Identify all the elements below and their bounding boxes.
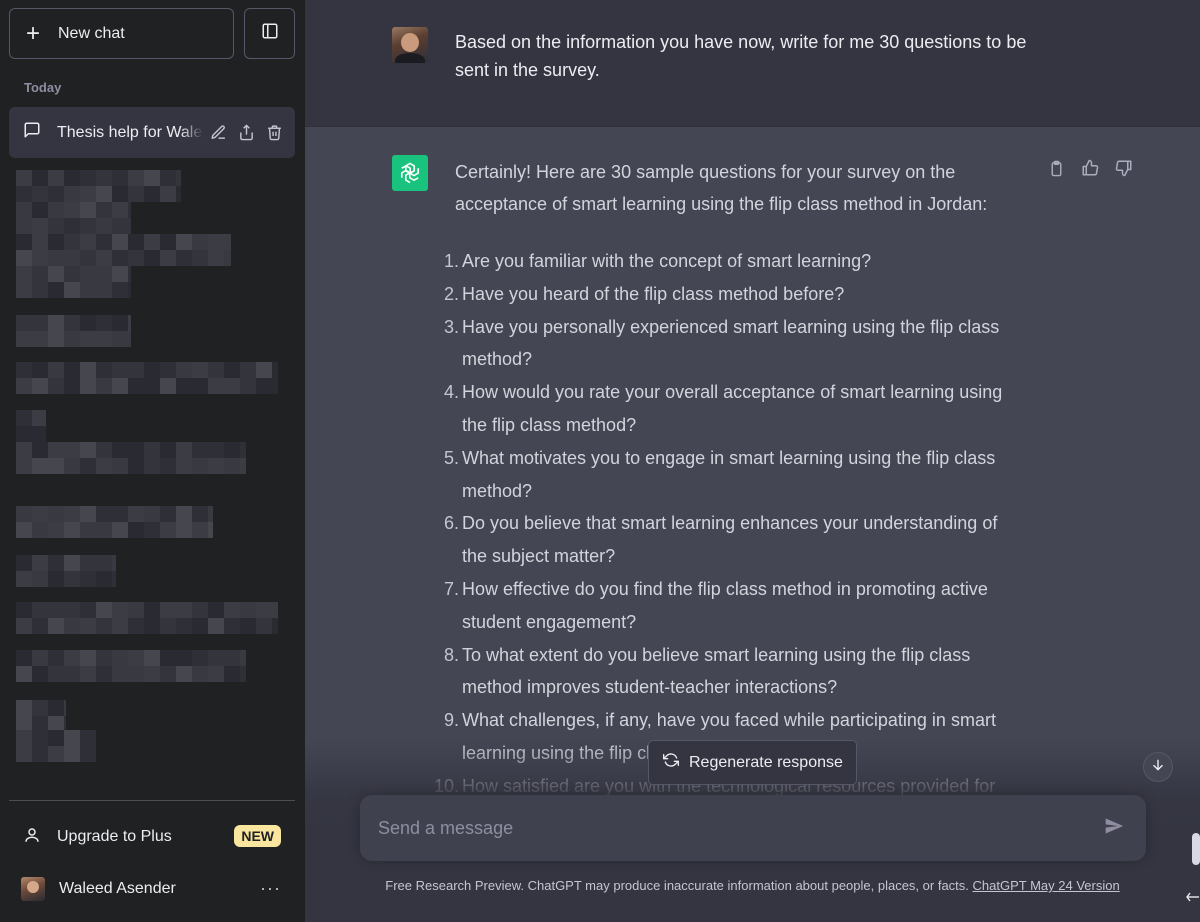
list-item-text: To what extent do you believe smart lear…: [462, 644, 971, 698]
list-item-text: Do you believe that smart learning enhan…: [462, 513, 998, 567]
user-avatar: [392, 27, 428, 63]
arrow-down-icon: [1151, 758, 1165, 777]
regenerate-response-button[interactable]: Regenerate response: [648, 740, 857, 785]
user-account-button[interactable]: Waleed Asender ···: [9, 864, 295, 914]
disclaimer-text: Free Research Preview. ChatGPT may produ…: [385, 878, 969, 893]
pencil-icon[interactable]: [207, 122, 229, 144]
sidebar-item-label: Thesis help for Waleed: [57, 123, 203, 141]
list-item: 4. How would you rate your overall accept…: [429, 376, 1049, 442]
toggle-sidebar-button[interactable]: [244, 8, 295, 59]
message-input[interactable]: [378, 813, 1078, 843]
user-message: Based on the information you have now, w…: [305, 0, 1200, 127]
message-tools: [1045, 157, 1135, 179]
sidebar: + New chat Today Thesis help for Waleed: [0, 0, 305, 922]
plus-icon: +: [26, 19, 41, 47]
list-item: 1. Are you familiar with the concept of s…: [429, 245, 1049, 278]
avatar: [21, 877, 45, 901]
question-list: 1. Are you familiar with the concept of s…: [429, 245, 1049, 803]
chat-bubble-icon: [23, 121, 41, 144]
list-item-text: How would you rate your overall acceptan…: [462, 382, 1003, 435]
list-item: 3. Have you personally experienced smart …: [429, 311, 1049, 377]
thumbs-up-icon[interactable]: [1079, 157, 1101, 179]
list-item-number: 8.: [443, 644, 459, 665]
user-message-text: Based on the information you have now, w…: [455, 32, 1027, 80]
list-item-text: How effective do you find the flip class…: [462, 578, 988, 632]
new-chat-button[interactable]: + New chat: [9, 8, 234, 59]
send-icon: [1104, 816, 1124, 841]
thumbs-down-icon[interactable]: [1113, 157, 1135, 179]
share-icon[interactable]: [235, 122, 257, 144]
new-chat-label: New chat: [58, 24, 125, 42]
resize-cursor-icon: [1186, 889, 1200, 905]
send-button[interactable]: [1102, 816, 1126, 840]
message-composer: [360, 795, 1146, 861]
more-options-icon[interactable]: ···: [260, 878, 281, 899]
chat-actions: [207, 122, 285, 144]
list-item-number: 2.: [443, 283, 459, 304]
footer-disclaimer: Free Research Preview. ChatGPT may produ…: [305, 878, 1200, 893]
list-item-number: 7.: [443, 578, 459, 599]
refresh-icon: [663, 752, 679, 773]
list-item-text: Have you personally experienced smart le…: [462, 316, 1000, 370]
list-item-text: Are you familiar with the concept of sma…: [462, 251, 872, 271]
upgrade-label: Upgrade to Plus: [57, 828, 172, 845]
sidebar-divider: [9, 800, 295, 801]
user-name: Waleed Asender: [59, 880, 176, 897]
list-item-number: 5.: [443, 447, 459, 468]
list-item: 2. Have you heard of the flip class metho…: [429, 278, 1049, 311]
version-link[interactable]: ChatGPT May 24 Version: [973, 878, 1120, 893]
list-item: 6. Do you believe that smart learning enh…: [429, 507, 1049, 573]
clipboard-icon[interactable]: [1045, 157, 1067, 179]
regenerate-label: Regenerate response: [689, 753, 843, 771]
list-item-text: Have you heard of the flip class method …: [462, 283, 845, 304]
list-item-number: 6.: [443, 513, 459, 534]
user-icon: [23, 826, 41, 849]
list-item: 7. How effective do you find the flip cla…: [429, 573, 1049, 639]
scrollbar[interactable]: [1192, 833, 1200, 865]
scroll-to-bottom-button[interactable]: [1143, 752, 1173, 782]
list-item-number: 1.: [443, 251, 459, 271]
list-item-number: 4.: [443, 382, 459, 403]
sidebar-item-active-chat[interactable]: Thesis help for Waleed: [9, 107, 295, 158]
openai-logo-icon: [392, 155, 428, 191]
sidebar-toggle-icon: [261, 22, 279, 45]
trash-icon[interactable]: [263, 122, 285, 144]
main-chat-area: Based on the information you have now, w…: [305, 0, 1200, 922]
upgrade-to-plus-button[interactable]: Upgrade to Plus NEW: [9, 812, 295, 862]
pixelated-chat-history: [16, 170, 286, 785]
new-badge: NEW: [234, 825, 281, 847]
history-section-label: Today: [24, 80, 62, 95]
list-item: 5. What motivates you to engage in smart …: [429, 442, 1049, 508]
list-item-number: 3.: [443, 316, 459, 337]
list-item: 8. To what extent do you believe smart le…: [429, 639, 1049, 705]
assistant-intro-text: Certainly! Here are 30 sample questions …: [455, 162, 988, 214]
list-item-text: What motivates you to engage in smart le…: [462, 447, 996, 501]
